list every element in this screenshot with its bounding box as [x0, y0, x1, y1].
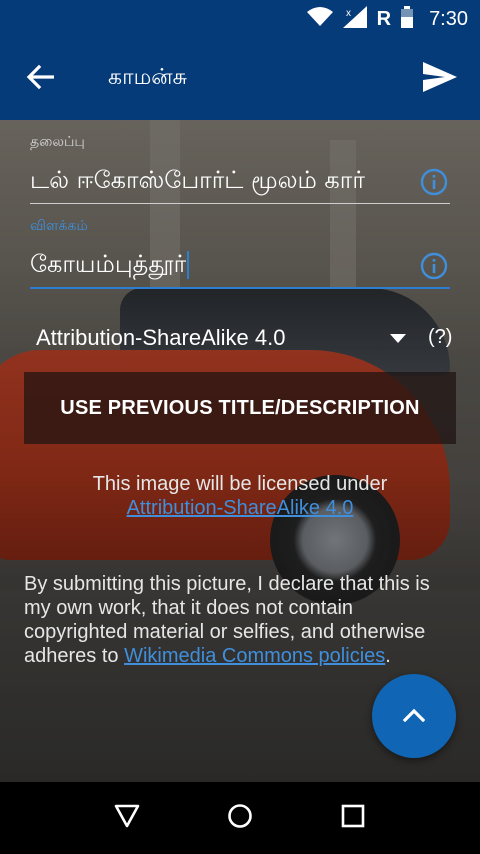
nav-recents-button[interactable] [323, 788, 383, 848]
back-triangle-icon [114, 804, 140, 832]
title-info-icon[interactable] [420, 168, 448, 196]
system-nav-bar [0, 782, 480, 854]
app-bar: காமன்சு [0, 38, 480, 120]
title-label: தலைப்பு [30, 134, 85, 150]
description-value: கோயம்புத்தூர் [30, 250, 187, 278]
recents-square-icon [341, 804, 365, 832]
commons-policies-link[interactable]: Wikimedia Commons policies [124, 645, 385, 667]
arrow-back-icon [26, 64, 55, 94]
description-label: விளக்கம் [30, 218, 88, 234]
signal-icon: x [342, 6, 367, 32]
expand-fab-button[interactable] [372, 674, 456, 758]
use-previous-button[interactable]: USE PREVIOUS TITLE/DESCRIPTION [24, 372, 456, 444]
nav-back-button[interactable] [97, 788, 157, 848]
declaration-text: By submitting this picture, I declare th… [24, 572, 460, 668]
title-field[interactable]: டல் ஈகோஸ்போர்ட் மூலம் கார் [30, 166, 450, 204]
svg-text:x: x [346, 8, 351, 19]
license-notice-text: This image will be licensed under [92, 473, 388, 495]
network-type-label: R [376, 7, 392, 30]
send-button[interactable] [400, 38, 480, 120]
status-bar: x R 7:30 [0, 0, 480, 38]
license-dropdown[interactable]: Attribution-ShareAlike 4.0 [36, 322, 406, 354]
text-cursor [187, 251, 190, 279]
dropdown-arrow-icon [390, 329, 406, 348]
status-time: 7:30 [429, 7, 468, 30]
use-previous-label: USE PREVIOUS TITLE/DESCRIPTION [60, 396, 420, 419]
chevron-up-icon [402, 707, 426, 726]
declaration-suffix: . [385, 645, 391, 667]
send-icon [423, 62, 457, 96]
description-field[interactable]: கோயம்புத்தூர் [30, 250, 450, 289]
wifi-icon [306, 7, 333, 31]
description-info-icon[interactable] [420, 252, 448, 280]
license-notice: This image will be licensed under Attrib… [0, 472, 480, 520]
battery-icon [401, 6, 414, 32]
license-link[interactable]: Attribution-ShareAlike 4.0 [127, 497, 354, 519]
home-circle-icon [227, 803, 253, 833]
app-title: காமன்சு [108, 65, 187, 90]
license-help-button[interactable]: (?) [428, 326, 452, 349]
license-selected-value: Attribution-ShareAlike 4.0 [36, 325, 286, 350]
back-button[interactable] [0, 38, 80, 120]
nav-home-button[interactable] [210, 788, 270, 848]
